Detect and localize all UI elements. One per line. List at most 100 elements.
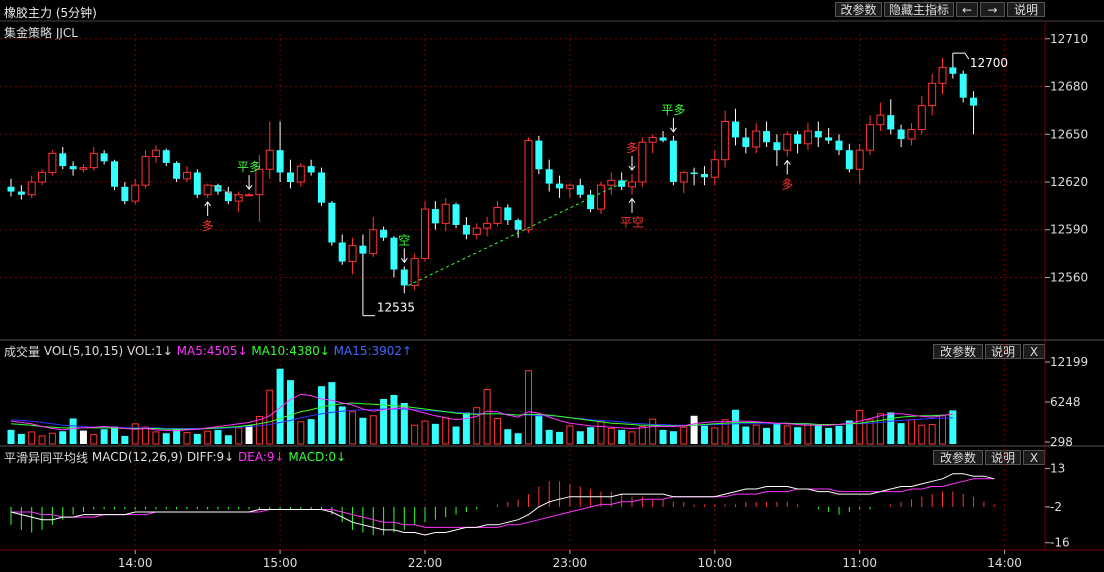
candle-body: [48, 152, 57, 173]
candle-body: [307, 166, 315, 173]
volume-bar: [680, 426, 688, 445]
volume-bar: [28, 431, 36, 445]
candle-body: [203, 184, 212, 196]
candle-body: [648, 136, 657, 143]
volume-bar: [214, 429, 222, 444]
volume-bar: [525, 370, 532, 445]
candle-body: [700, 174, 708, 178]
candle-body: [100, 153, 108, 162]
candle-body: [462, 224, 470, 235]
price-tick-label: 12590: [1050, 223, 1088, 237]
volume-bar: [442, 417, 450, 445]
volume-bar: [804, 423, 812, 445]
price-tick-label: 12650: [1050, 127, 1088, 141]
volume-bar: [535, 414, 543, 444]
candle-body: [783, 133, 792, 151]
candle-body: [710, 159, 719, 178]
signal-label: 平多: [237, 160, 261, 174]
signal-label: 平空: [620, 216, 644, 230]
macd-tick-label: 13: [1050, 462, 1065, 476]
candle-body: [286, 172, 294, 182]
volume-bar: [711, 427, 719, 445]
volume-bar: [628, 431, 636, 445]
candle-body: [938, 66, 947, 84]
volume-bar: [7, 429, 15, 444]
volume-bar: [545, 429, 553, 444]
candle-body: [732, 121, 739, 138]
volume-bar: [949, 410, 957, 444]
volume-bar: [907, 419, 915, 445]
candle-body: [441, 203, 450, 224]
volume-bar: [421, 420, 429, 445]
candle-body: [970, 97, 978, 106]
volume-bar: [411, 424, 419, 445]
candle-body: [182, 171, 191, 180]
candle-body: [897, 129, 905, 140]
volume-bar: [100, 429, 108, 444]
volume-bar: [504, 429, 512, 444]
candle-body: [483, 222, 492, 229]
candle-body: [410, 257, 419, 286]
volume-bar: [939, 415, 946, 445]
volume-bar: [690, 415, 698, 444]
volume-bar: [111, 426, 118, 444]
volume-bar: [17, 433, 25, 444]
candle-body: [38, 171, 47, 183]
candle-body: [421, 208, 429, 259]
price-tick-label: 12680: [1050, 80, 1088, 94]
volume-bar: [390, 394, 398, 444]
price-tick-label: 12710: [1050, 32, 1088, 46]
time-tick-label: 15:00: [263, 556, 298, 570]
volume-bar: [773, 423, 781, 444]
volume-bar: [659, 429, 667, 444]
candle-body: [141, 156, 150, 186]
volume-bar: [700, 425, 708, 444]
time-tick-label: 14:00: [987, 556, 1022, 570]
time-tick-label: 14:00: [118, 556, 153, 570]
volume-bar: [752, 424, 760, 445]
volume-bar: [483, 389, 491, 445]
candle-body: [27, 181, 36, 196]
volume-bar: [224, 435, 232, 444]
candle-body: [638, 141, 647, 183]
volume-bar: [462, 412, 470, 444]
candle-body: [835, 140, 843, 151]
volume-bar: [245, 425, 253, 444]
volume-bar: [286, 380, 294, 444]
candle-body: [59, 153, 67, 167]
volume-bar: [732, 409, 739, 444]
vol-tick-label: 298: [1050, 435, 1073, 449]
vol-tick-label: 6248: [1050, 395, 1081, 409]
candle-body: [949, 67, 957, 74]
volume-bar: [69, 418, 77, 444]
volume-bar: [369, 415, 377, 445]
volume-bar: [193, 433, 201, 444]
candle-body: [17, 191, 25, 195]
candle-body: [7, 186, 15, 192]
volume-bar: [318, 386, 325, 444]
candle-body: [380, 229, 388, 238]
candle-body: [431, 209, 439, 224]
candle-body: [535, 140, 543, 170]
volume-bar: [607, 428, 615, 445]
candle-body: [866, 124, 875, 151]
volume-bar: [38, 435, 46, 445]
volume-bar: [359, 417, 367, 444]
candle-body: [472, 227, 481, 236]
signal-label: 空: [398, 233, 410, 247]
volume-bar: [556, 431, 564, 444]
candle-body: [514, 220, 522, 230]
candle-body: [79, 167, 88, 170]
low-label: 12535: [377, 301, 415, 315]
candle-body: [162, 150, 170, 163]
candle-body: [524, 140, 533, 231]
candle-body: [596, 184, 605, 210]
volume-bar: [338, 406, 346, 444]
candle-body: [328, 202, 336, 243]
candle-body: [151, 149, 160, 158]
candle-body: [742, 137, 750, 147]
volume-bar: [618, 429, 626, 444]
volume-bar: [876, 413, 884, 445]
candle-body: [845, 150, 853, 170]
volume-bar: [928, 424, 936, 445]
